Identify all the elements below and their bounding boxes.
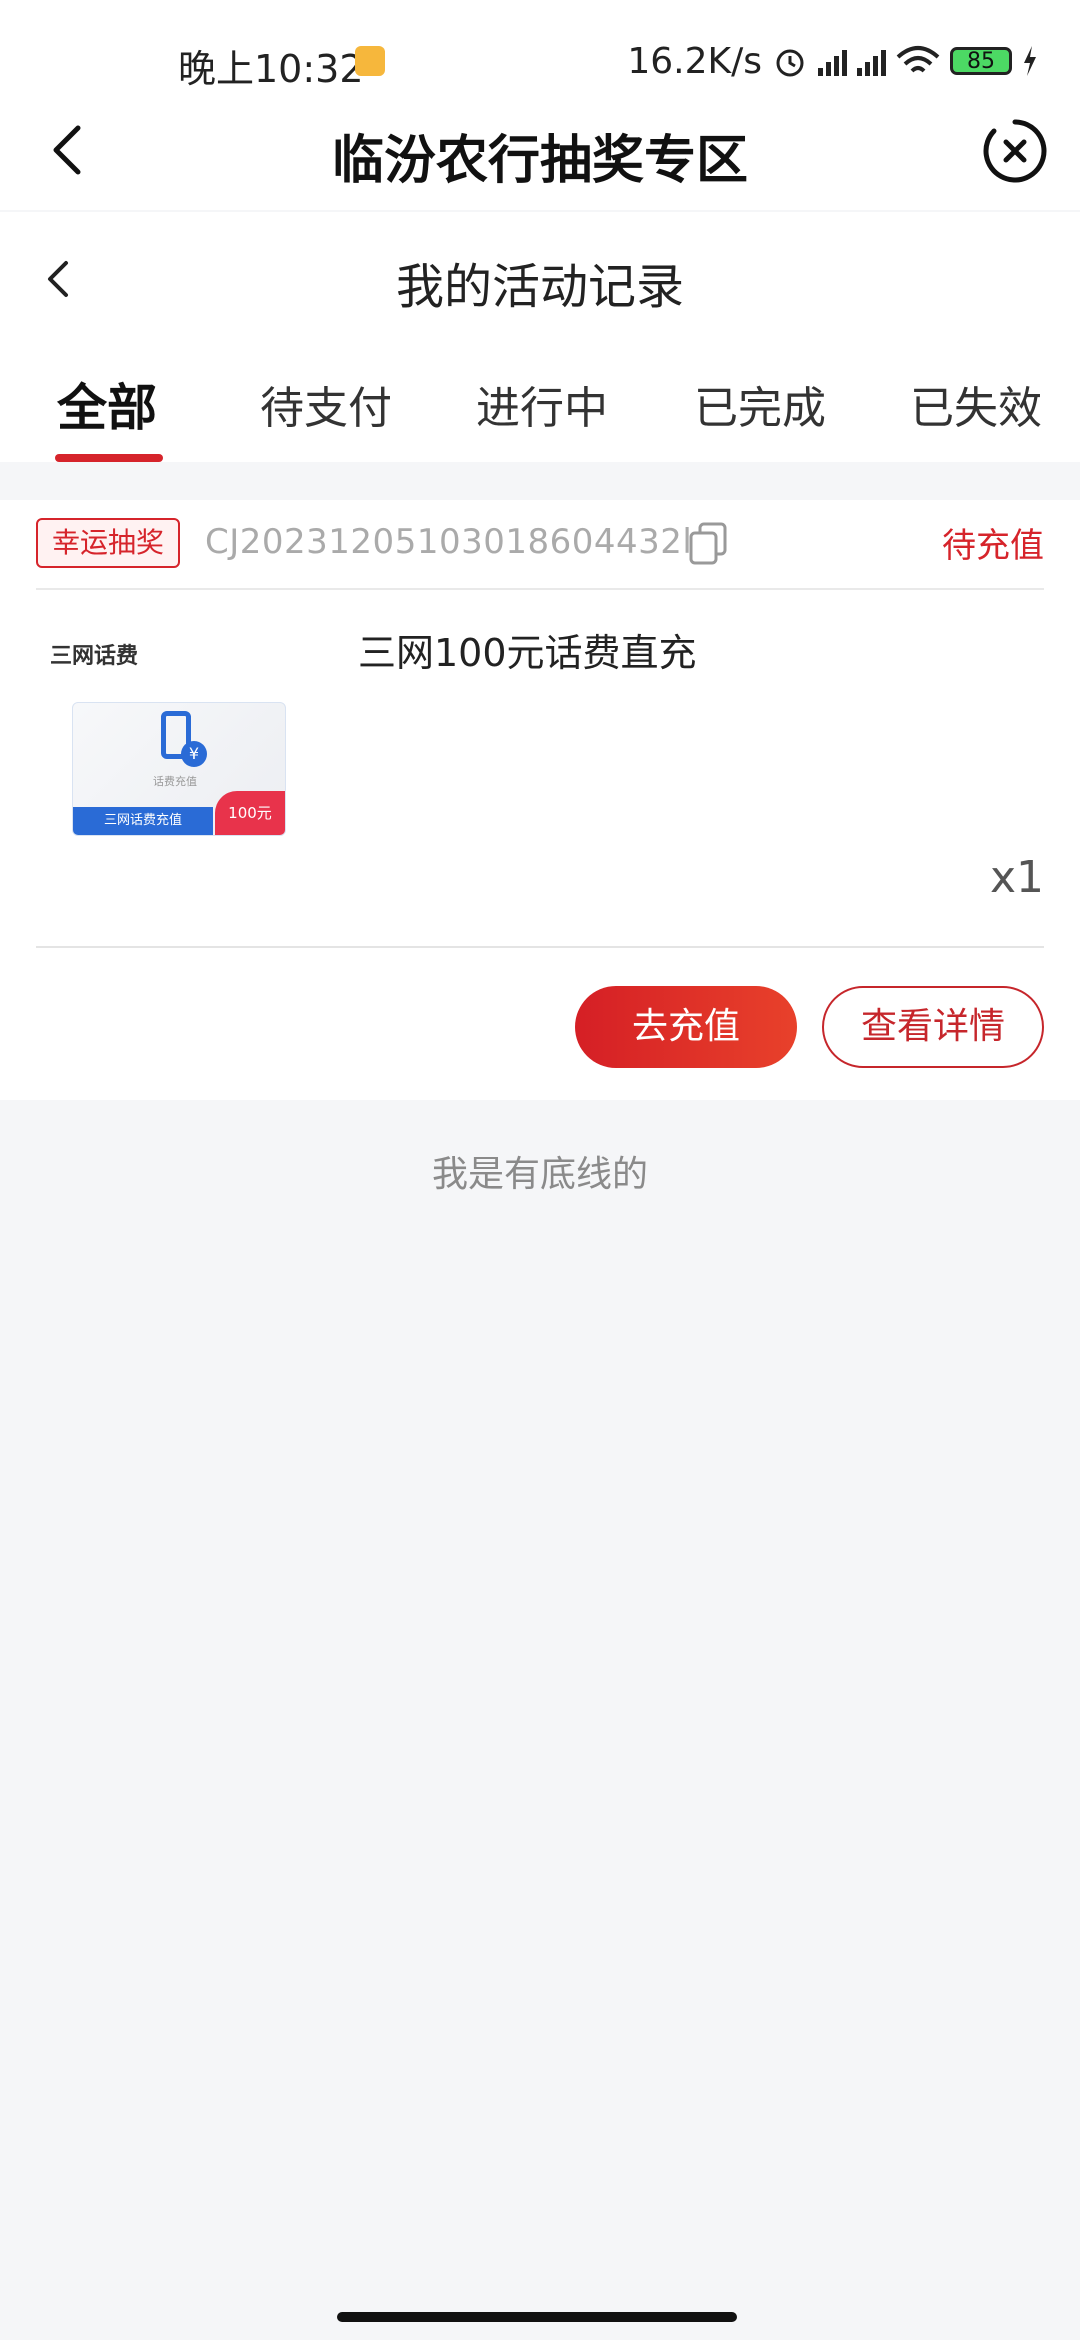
home-indicator[interactable]: [337, 2312, 737, 2322]
divider: [36, 588, 1044, 590]
order-card[interactable]: 幸运抽奖 CJ20231205103018604432l 待充值 三网话费 三网…: [0, 500, 1080, 1100]
tab-expired[interactable]: 已失效: [910, 372, 1042, 436]
close-miniprogram-icon[interactable]: [982, 118, 1048, 184]
status-indicators: 16.2K/s 85: [627, 38, 1038, 84]
alarm-icon: [776, 49, 804, 77]
recharge-button[interactable]: 去充值: [575, 986, 797, 1068]
tab-pending-payment[interactable]: 待支付: [260, 372, 392, 436]
lucky-draw-badge: 幸运抽奖: [36, 518, 181, 568]
status-time: 晚上10:32: [178, 47, 364, 91]
product-category: 三网话费: [50, 644, 139, 669]
end-of-list-text: 我是有底线的: [431, 1154, 648, 1195]
tab-all[interactable]: 全部: [57, 368, 157, 440]
nav-title: 临汾农行抽奖专区: [331, 131, 748, 191]
page-header: 我的活动记录: [0, 212, 1080, 342]
wifi-icon: [896, 46, 940, 73]
product-image-caption: 话费充值: [153, 775, 197, 788]
view-details-button[interactable]: 查看详情: [822, 986, 1044, 1068]
product-name: 三网100元话费直充: [358, 631, 697, 675]
product-image-strip: 三网话费充值: [73, 807, 213, 835]
active-tab-indicator: [55, 454, 163, 462]
battery-icon: 85: [950, 47, 1012, 75]
tab-completed[interactable]: 已完成: [694, 372, 826, 436]
divider: [36, 946, 1044, 948]
signal-2-icon: [857, 46, 886, 76]
order-status: 待充值: [942, 526, 1044, 566]
filter-tabs: 全部 待支付 进行中 已完成 已失效: [0, 342, 1080, 462]
tab-in-progress[interactable]: 进行中: [476, 372, 608, 436]
quantity: x1: [989, 852, 1044, 903]
charging-icon: [1024, 46, 1036, 76]
product-image-price: 100元: [215, 791, 285, 835]
page-title: 我的活动记录: [395, 259, 684, 315]
copy-icon[interactable]: [688, 522, 728, 566]
product-image: ¥ 话费充值 三网话费充值 100元: [72, 702, 286, 836]
nav-bar: 临汾农行抽奖专区: [0, 100, 1080, 210]
notification-app-icon: [355, 46, 385, 76]
signal-1-icon: [818, 46, 847, 76]
network-speed: 16.2K/s: [627, 40, 762, 82]
yen-icon: ¥: [181, 741, 207, 767]
order-number: CJ20231205103018604432l: [205, 522, 693, 562]
